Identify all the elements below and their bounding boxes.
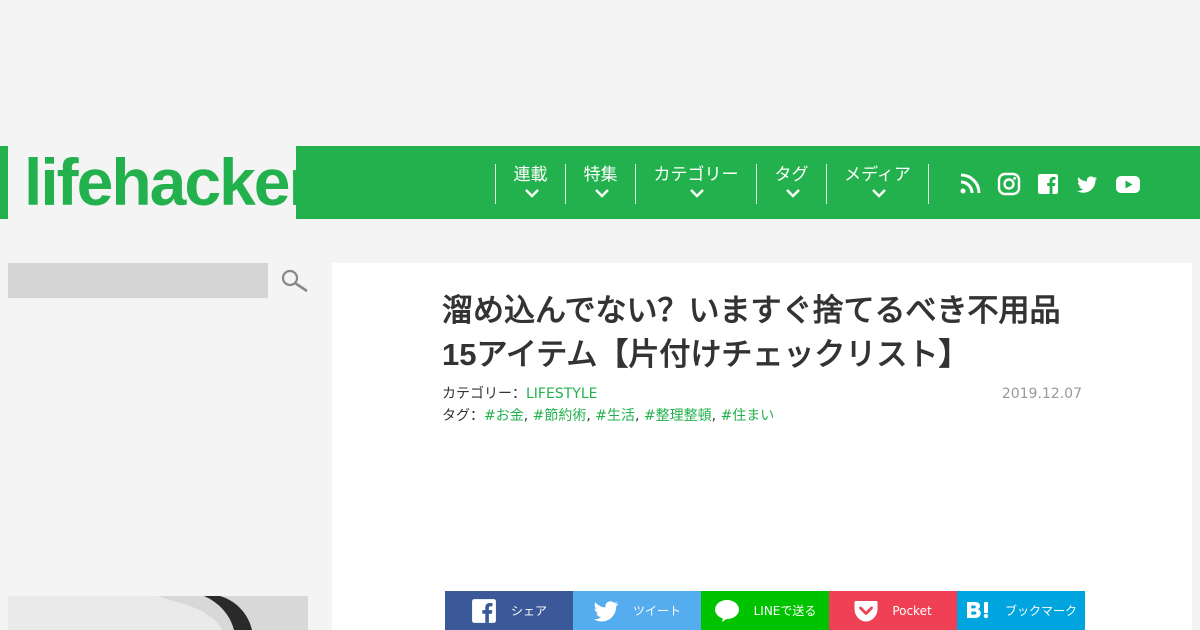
facebook-icon: [471, 598, 497, 624]
tag-link[interactable]: #節約術: [533, 408, 587, 424]
nav-item-label: 連載: [513, 165, 548, 185]
share-hatena-button[interactable]: ブックマーク: [957, 591, 1085, 630]
nav-item-media[interactable]: メディア: [826, 164, 928, 204]
site-logo-area: lifehacker: [0, 146, 314, 219]
twitter-icon: [593, 600, 619, 622]
nav-item-tags[interactable]: タグ: [756, 164, 826, 204]
category-label: カテゴリー：: [442, 386, 526, 402]
chevron-down-icon: [871, 188, 886, 200]
search-icon[interactable]: [280, 268, 310, 294]
article-title: 溜め込んでない？いますぐ捨てるべき不用品15アイテム【片付けチェックリスト】: [442, 293, 1061, 372]
tag-link[interactable]: #生活: [595, 408, 635, 424]
article-tags: タグ：#お金, #節約術, #生活, #整理整頓, #住まい: [442, 408, 775, 424]
share-label: ツイート: [632, 604, 681, 618]
nav-item-label: メディア: [844, 165, 911, 185]
tags-label: タグ：: [442, 408, 484, 424]
tag-link[interactable]: #整理整頓: [644, 408, 712, 424]
share-facebook-button[interactable]: シェア: [445, 591, 573, 630]
chevron-down-icon: [690, 188, 704, 200]
share-line-button[interactable]: LINEで送る: [701, 591, 829, 630]
chevron-down-icon: [524, 188, 539, 200]
share-label: Pocket: [892, 603, 932, 618]
article-date: 2019.12.07: [1001, 386, 1082, 402]
article-category: カテゴリー：LIFESTYLE: [442, 384, 597, 404]
share-label: ブックマーク: [1004, 604, 1077, 618]
article-main: 溜め込んでない？いますぐ捨てるべき不用品15アイテム【片付けチェックリスト】 カ…: [332, 263, 1192, 630]
nav-item-label: カテゴリー: [653, 165, 739, 185]
share-label: LINEで送る: [753, 604, 817, 618]
instagram-icon[interactable]: [997, 172, 1021, 196]
share-label: シェア: [510, 604, 547, 618]
nav-item-label: タグ: [774, 165, 809, 185]
line-icon: [714, 599, 740, 623]
nav-item-features[interactable]: 特集: [565, 164, 635, 204]
twitter-icon[interactable]: [1075, 172, 1099, 196]
tag-link[interactable]: #住まい: [721, 408, 775, 424]
search-input[interactable]: [8, 263, 268, 298]
global-nav: 連載 特集 カテゴリー タグ メディア: [296, 146, 1200, 219]
nav-divider: [928, 164, 929, 204]
rss-icon[interactable]: [958, 172, 982, 196]
sidebar-thumbnail[interactable]: [8, 596, 308, 630]
nav-item-label: 特集: [583, 165, 618, 185]
youtube-icon[interactable]: [1114, 172, 1142, 196]
chevron-down-icon: [785, 188, 800, 200]
tag-link[interactable]: #お金: [484, 408, 524, 424]
category-link[interactable]: LIFESTYLE: [526, 386, 597, 402]
share-twitter-button[interactable]: ツイート: [573, 591, 701, 630]
share-bar: シェア ツイート LINEで送る Pocket ブックマーク: [445, 591, 1085, 630]
share-pocket-button[interactable]: Pocket: [829, 591, 957, 630]
nav-item-series[interactable]: 連載: [495, 164, 565, 204]
nav-item-categories[interactable]: カテゴリー: [635, 164, 756, 204]
hatena-bookmark-icon: [965, 600, 991, 622]
pocket-icon: [854, 600, 878, 622]
chevron-down-icon: [594, 188, 609, 200]
logo-accent-bar: [0, 146, 8, 219]
facebook-icon[interactable]: [1036, 172, 1060, 196]
site-logo[interactable]: lifehacker: [24, 146, 314, 219]
